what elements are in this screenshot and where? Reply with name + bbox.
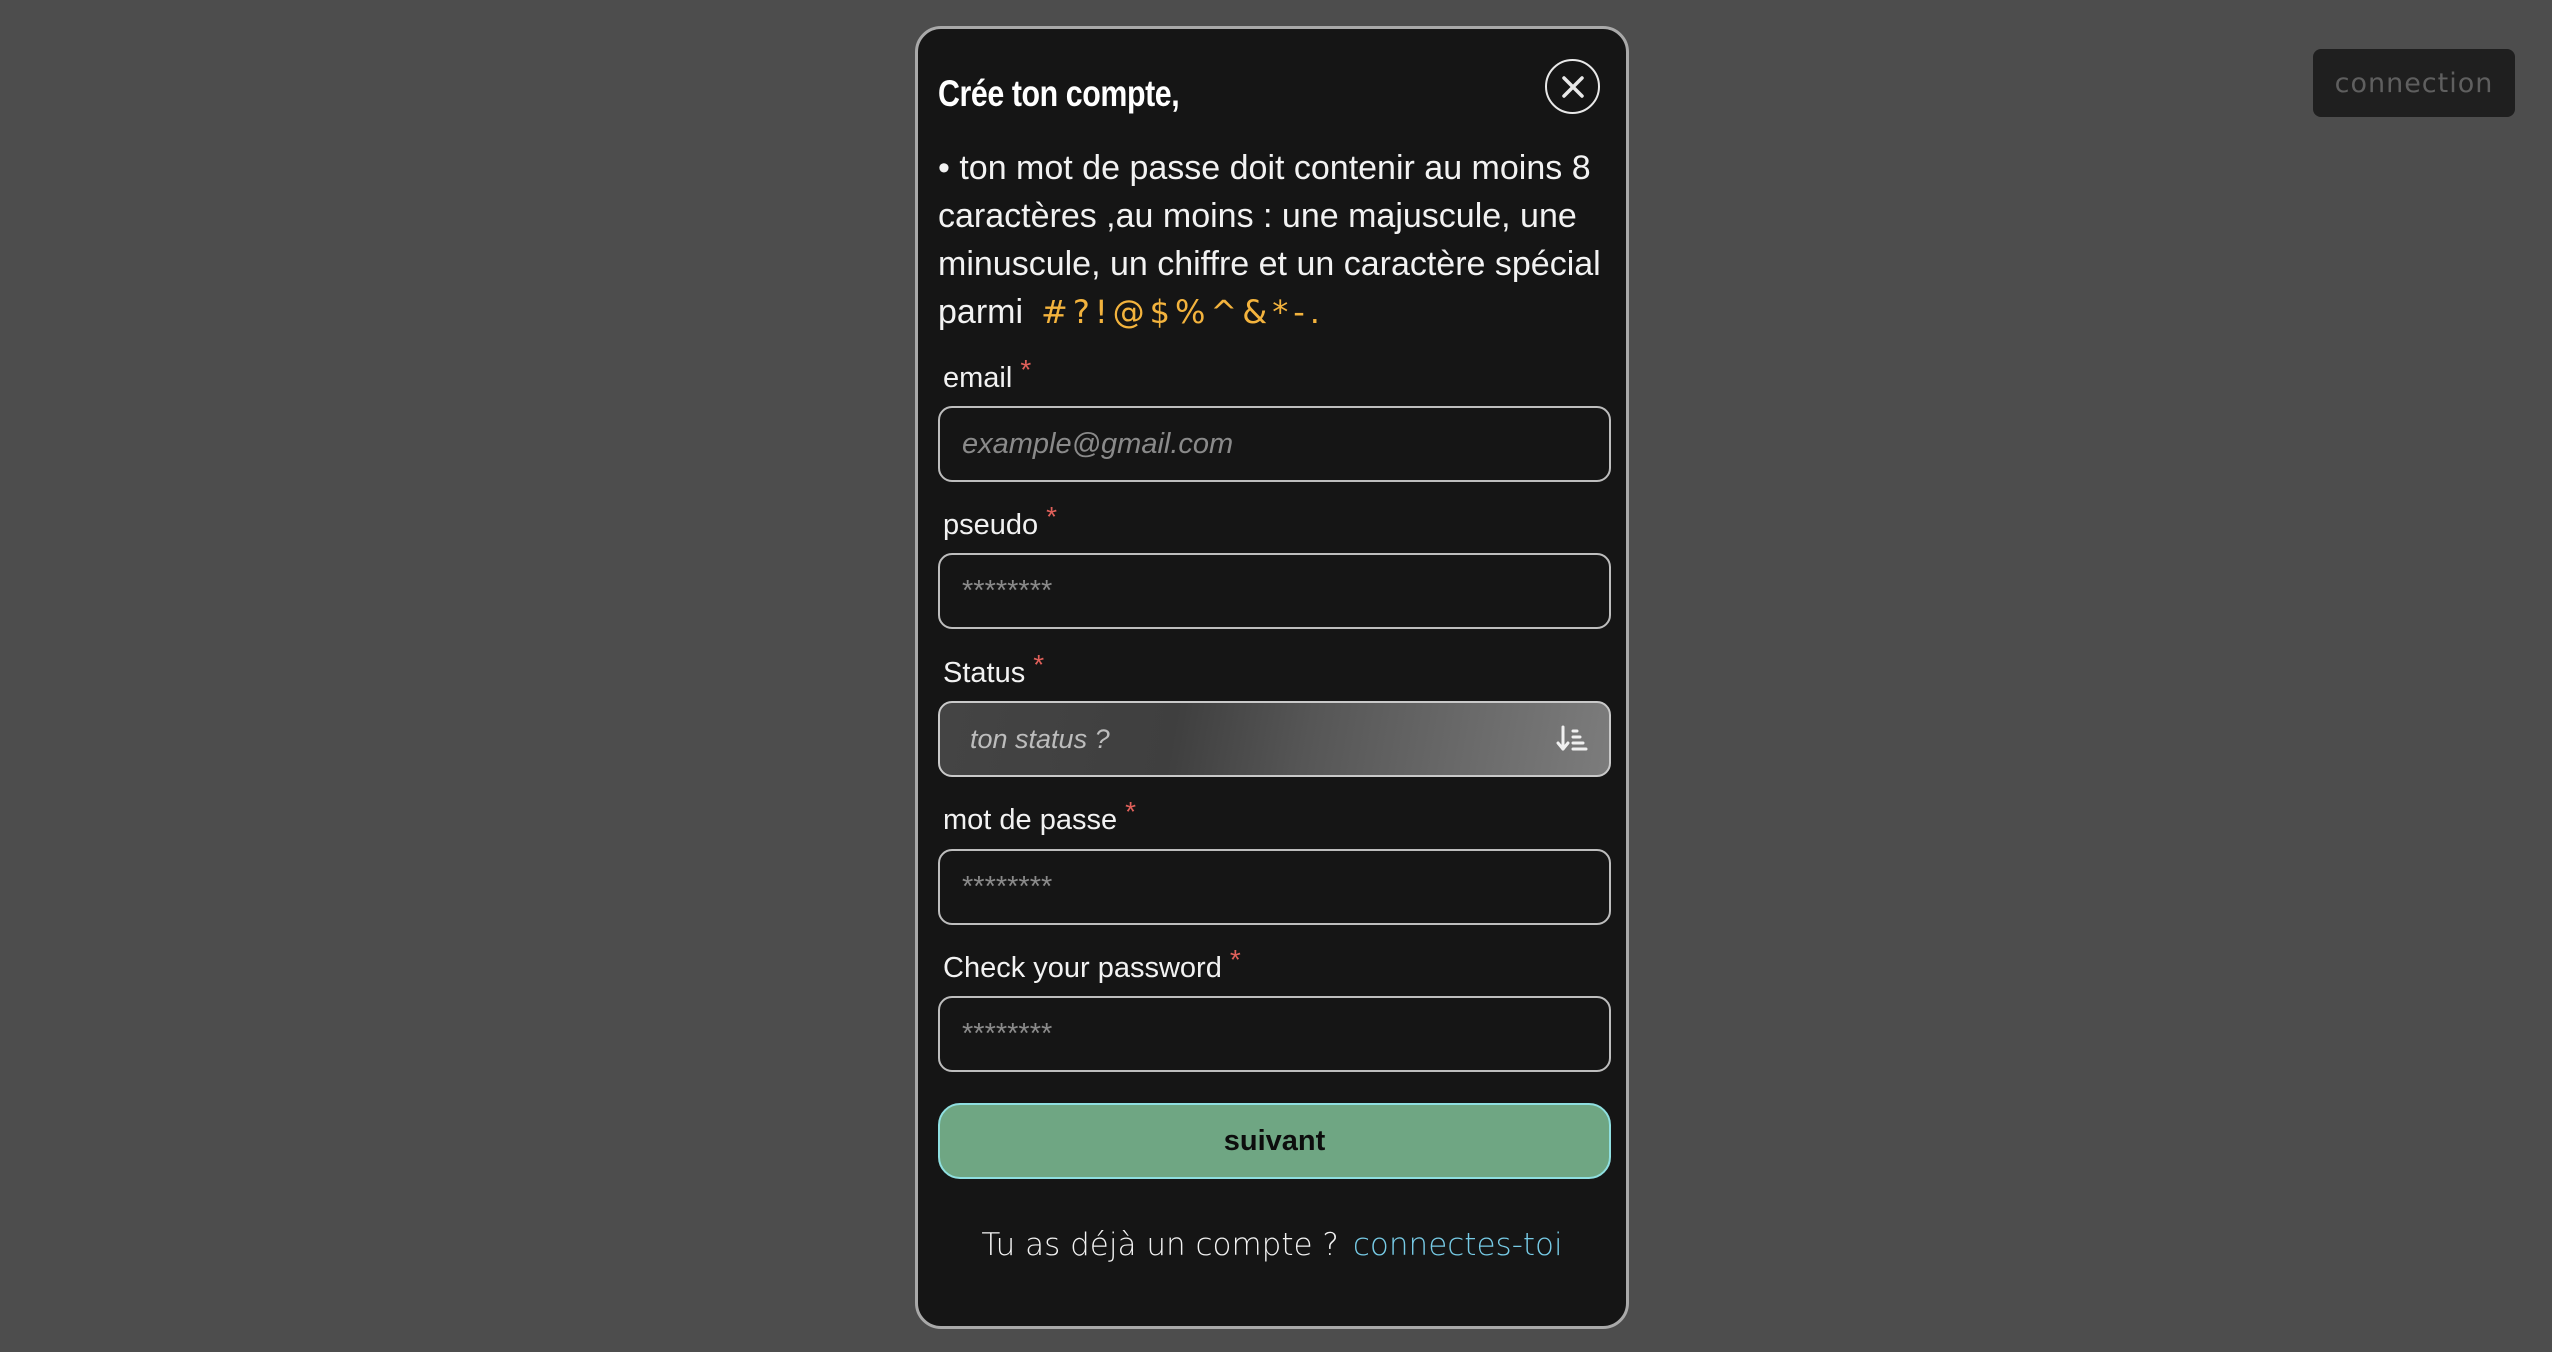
pseudo-label-text: pseudo [943, 509, 1039, 541]
modal-title: Crée ton compte, [938, 73, 1180, 114]
required-marker: * [1033, 649, 1045, 680]
special-characters: #?!@$%^&*-. [1041, 293, 1325, 331]
login-prompt-text: Tu as déjà un compte ? [981, 1227, 1339, 1263]
password-field-box [938, 849, 1611, 925]
required-marker: * [1125, 796, 1137, 827]
password-field[interactable] [960, 869, 1609, 905]
password-label-text: mot de passe [943, 804, 1118, 836]
email-field-box [938, 406, 1611, 482]
close-icon [1561, 75, 1584, 98]
status-select-value: ton status ? [970, 723, 1110, 754]
login-prompt: Tu as déjà un compte ? connectes-toi [918, 1227, 1626, 1263]
check-password-field-box [938, 996, 1611, 1072]
close-button[interactable] [1545, 59, 1600, 114]
login-link[interactable]: connectes-toi [1353, 1227, 1563, 1263]
password-rules: • ton mot de passe doit contenir au moin… [938, 144, 1618, 336]
check-password-label: Check your password * [943, 944, 1241, 985]
email-label: email * [943, 354, 1031, 395]
connection-button[interactable]: connection [2313, 49, 2515, 117]
email-label-text: email [943, 362, 1013, 394]
email-field[interactable] [960, 426, 1609, 462]
signup-modal: Crée ton compte, • ton mot de passe doit… [915, 26, 1629, 1329]
status-label-text: Status [943, 657, 1026, 689]
next-button[interactable]: suivant [938, 1103, 1611, 1179]
status-select[interactable]: ton status ? [938, 701, 1611, 777]
required-marker: * [1020, 354, 1032, 385]
pseudo-label: pseudo * [943, 501, 1057, 542]
check-password-field[interactable] [960, 1016, 1609, 1052]
required-marker: * [1229, 944, 1241, 975]
password-label: mot de passe * [943, 796, 1136, 837]
status-label: Status * [943, 649, 1044, 690]
pseudo-field-box [938, 553, 1611, 629]
required-marker: * [1046, 501, 1058, 532]
sort-descending-icon [1556, 725, 1588, 751]
check-password-label-text: Check your password [943, 952, 1222, 984]
pseudo-field[interactable] [960, 573, 1609, 609]
